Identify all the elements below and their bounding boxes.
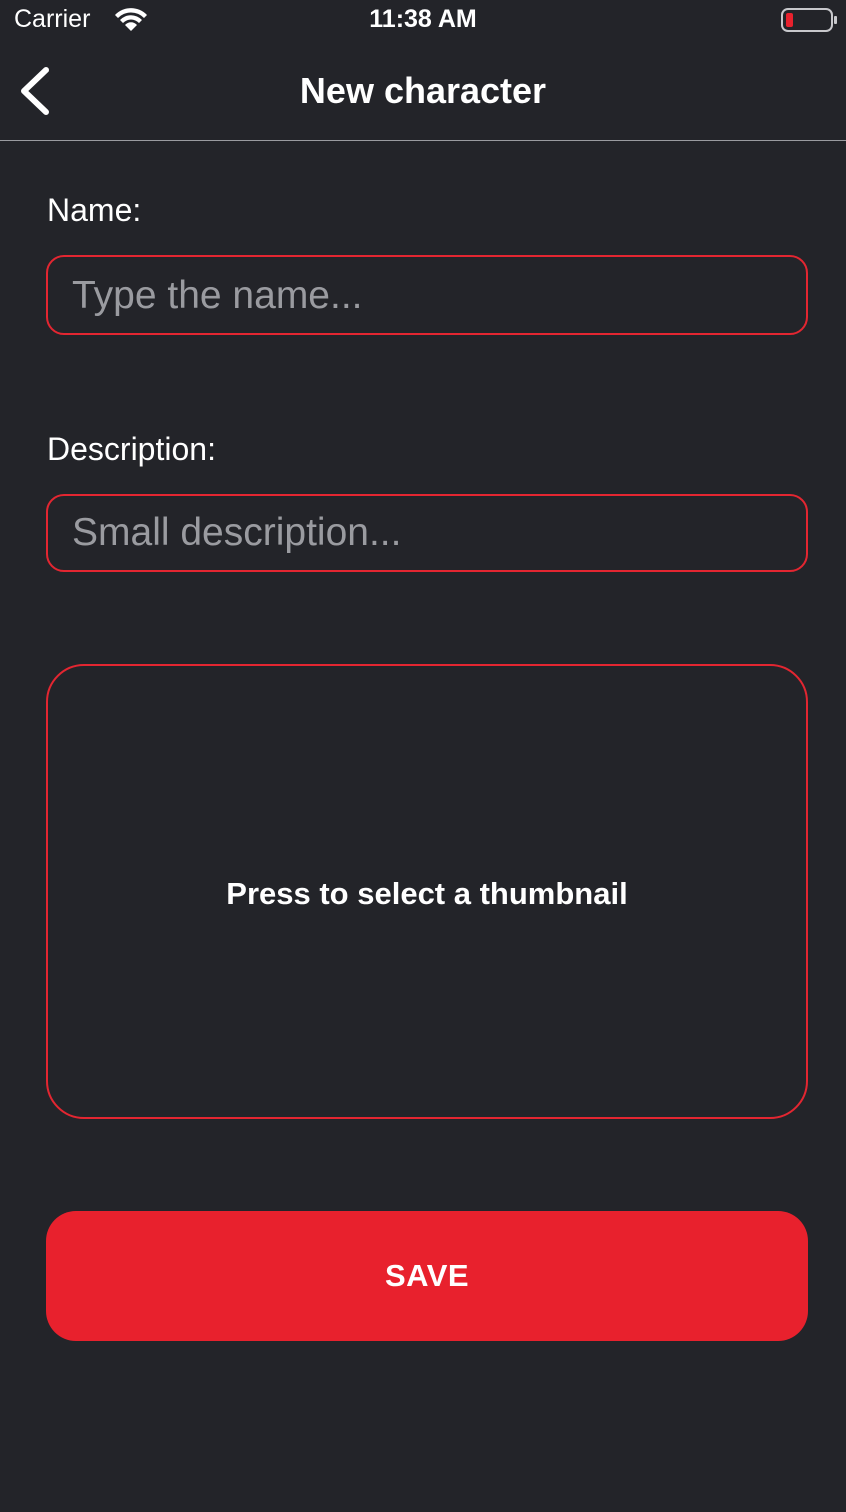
save-button[interactable]: SAVE — [46, 1211, 808, 1341]
navigation-bar: New character — [0, 40, 846, 141]
name-label: Name: — [47, 192, 142, 228]
description-label: Description: — [47, 431, 216, 467]
save-button-label: SAVE — [384, 1258, 470, 1293]
status-bar: Carrier 11:38 AM — [0, 0, 846, 40]
name-input-placeholder: Type the name... — [72, 274, 363, 317]
name-input[interactable]: Type the name... — [46, 255, 808, 335]
page-title: New character — [299, 70, 547, 111]
thumbnail-prompt: Press to select a thumbnail — [226, 876, 628, 911]
thumbnail-picker[interactable]: Press to select a thumbnail — [46, 664, 808, 1119]
battery-low-icon — [781, 8, 837, 32]
description-input-placeholder: Small description... — [72, 511, 402, 554]
description-input[interactable]: Small description... — [46, 494, 808, 572]
status-time: 11:38 AM — [369, 5, 477, 33]
new-character-screen: Carrier 11:38 AM New character Name: Typ… — [0, 0, 846, 1512]
